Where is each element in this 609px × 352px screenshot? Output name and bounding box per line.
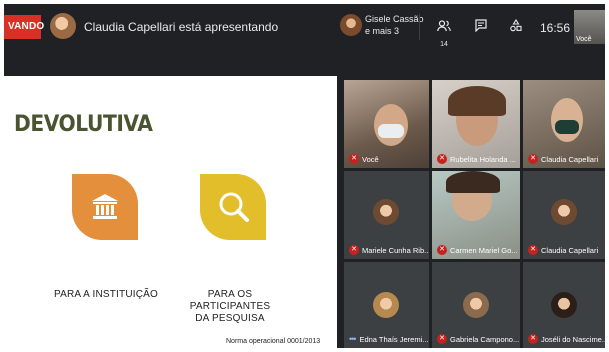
- self-view-thumbnail[interactable]: Você: [574, 10, 605, 44]
- participant-name: ✕ Claudia Capellari: [528, 154, 598, 164]
- participant-avatar: [551, 199, 577, 225]
- meet-window: VANDO Claudia Capellari está apresentand…: [4, 4, 605, 348]
- caption-participants: PARA OS PARTICIPANTES DA PESQUISA: [168, 289, 292, 325]
- participant-name: ✕ Você: [349, 154, 379, 164]
- caption-participants-line2: DA PESQUISA: [195, 313, 265, 324]
- hair: [446, 171, 500, 193]
- others-line1: Gisele Cassão: [365, 14, 424, 24]
- slide-footer: Norma operacional 0001/2013: [226, 338, 321, 345]
- others-avatar[interactable]: [340, 14, 362, 36]
- participant-name: ✕ Carmen Mariel Go...: [437, 245, 518, 255]
- participant-tile[interactable]: ••• Edna Thaís Jeremi...: [344, 262, 429, 348]
- mic-off-icon: ✕: [437, 334, 447, 344]
- activities-icon[interactable]: [506, 18, 526, 36]
- participant-tile[interactable]: ✕ Claudia Capellari: [523, 171, 605, 259]
- participant-name: ••• Edna Thaís Jeremi...: [349, 334, 429, 344]
- mic-off-icon: ✕: [349, 245, 359, 255]
- mic-off-icon: ✕: [349, 154, 359, 164]
- mic-off-icon: ✕: [437, 245, 447, 255]
- speaking-indicator: •••: [349, 334, 357, 344]
- chat-icon[interactable]: [471, 18, 491, 36]
- participant-avatar: [551, 292, 577, 318]
- participant-tile[interactable]: ✕ Joséli do Nascime...: [523, 262, 605, 348]
- participant-tile[interactable]: ✕ Mariele Cunha Rib...: [344, 171, 429, 259]
- participant-tile[interactable]: ✕ Rubelita Holanda ...: [432, 80, 520, 168]
- caption-participants-line1: PARA OS PARTICIPANTES: [189, 289, 271, 312]
- mic-off-icon: ✕: [528, 245, 538, 255]
- participant-avatar: [373, 199, 399, 225]
- others-label[interactable]: Gisele Cassão e mais 3: [365, 13, 424, 37]
- participant-tile[interactable]: ✕ Você: [344, 80, 429, 168]
- clock: 16:56: [540, 21, 571, 35]
- participant-avatar: [463, 292, 489, 318]
- participant-name: ✕ Joséli do Nascime...: [528, 334, 605, 344]
- participant-tile[interactable]: ✕ Carmen Mariel Go...: [432, 171, 520, 259]
- hair: [448, 86, 506, 116]
- slide-title: DEVOLUTIVA: [14, 112, 153, 137]
- mask: [555, 120, 579, 134]
- participant-name: ✕ Rubelita Holanda ...: [437, 154, 516, 164]
- presentation-slide: DEVOLUTIVA PARA A INSTITUIÇÃO PARA OS PA…: [4, 76, 337, 348]
- top-bar: VANDO Claudia Capellari está apresentand…: [4, 4, 605, 48]
- institution-tile: [72, 174, 138, 240]
- participant-tile[interactable]: ✕ Claudia Capellari: [523, 80, 605, 168]
- mask: [378, 124, 404, 138]
- participant-name: ✕ Mariele Cunha Rib...: [349, 245, 429, 255]
- mic-off-icon: ✕: [437, 154, 447, 164]
- research-tile: [200, 174, 266, 240]
- caption-institution: PARA A INSTITUIÇÃO: [54, 289, 158, 300]
- participant-avatar: [373, 292, 399, 318]
- participants-count: 14: [440, 41, 448, 48]
- mic-off-icon: ✕: [528, 154, 538, 164]
- divider: [419, 14, 420, 40]
- participant-name: ✕ Gabriela Campono...: [437, 334, 519, 344]
- self-label: Você: [576, 36, 592, 43]
- presenter-avatar: [50, 13, 76, 39]
- magnifier-icon: [219, 192, 249, 222]
- people-icon[interactable]: 14: [434, 18, 454, 48]
- participant-tile[interactable]: ✕ Gabriela Campono...: [432, 262, 520, 348]
- mic-off-icon: ✕: [528, 334, 538, 344]
- others-line2: e mais 3: [365, 26, 400, 36]
- presenter-status: Claudia Capellari está apresentando: [84, 20, 279, 34]
- participant-name: ✕ Claudia Capellari: [528, 245, 598, 255]
- participant-grid: ✕ Você ✕ Rubelita Holanda ... ✕ Claudia Cap…: [344, 80, 605, 348]
- institution-icon: [92, 194, 118, 219]
- recording-badge: VANDO: [4, 15, 44, 39]
